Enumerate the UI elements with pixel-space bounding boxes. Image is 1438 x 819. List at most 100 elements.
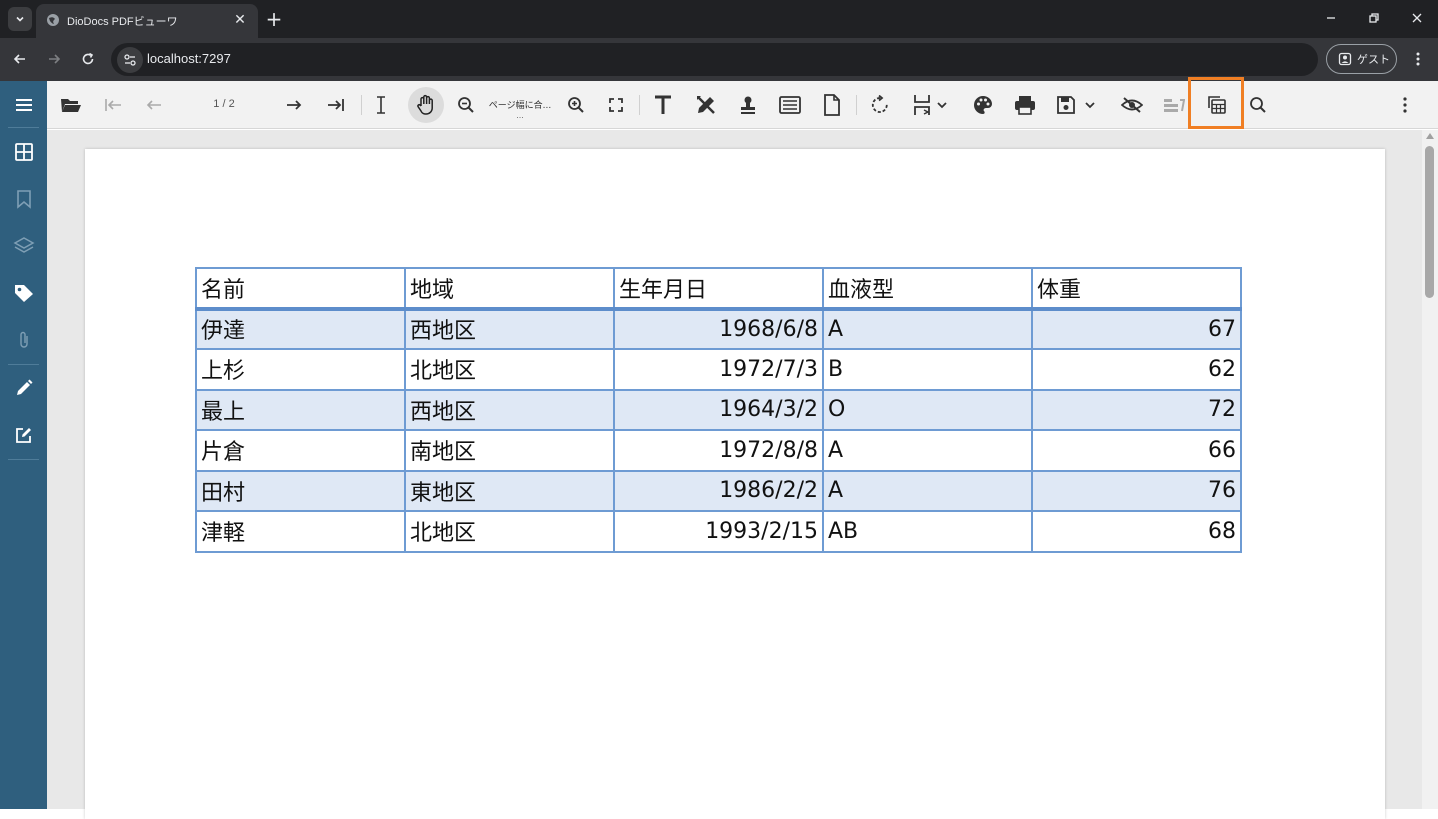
zoom-out-button[interactable]	[452, 91, 480, 119]
previous-page-button[interactable]	[140, 91, 168, 119]
search-button[interactable]	[1244, 91, 1272, 119]
table-row: 田村 東地区 1986/2/2 A 76	[195, 469, 1242, 512]
profile-button[interactable]: ゲスト	[1326, 44, 1397, 74]
sidebar-form-editor-button[interactable]	[0, 415, 47, 455]
text-selection-tool-button[interactable]	[367, 91, 395, 119]
table-cell: 西地区	[404, 388, 615, 431]
toolbar-divider	[639, 95, 640, 115]
hand-icon	[417, 94, 433, 115]
table-cell: 北地区	[404, 348, 615, 391]
tab-close-icon[interactable]: ✕	[230, 10, 250, 30]
form-fields-button[interactable]	[776, 91, 804, 119]
vertical-scrollbar[interactable]	[1422, 130, 1438, 809]
add-text-button[interactable]	[649, 91, 677, 119]
theme-button[interactable]	[969, 91, 997, 119]
browser-tabstrip: DioDocs PDFビューワ ✕ +	[0, 0, 1438, 38]
view-mode-button[interactable]	[907, 91, 953, 119]
tab-search-button[interactable]	[8, 7, 32, 31]
site-info-button[interactable]	[117, 47, 143, 73]
sidebar-bookmarks-button[interactable]	[0, 179, 47, 219]
chevron-down-icon	[1085, 102, 1095, 109]
first-page-button[interactable]	[99, 91, 127, 119]
open-file-button[interactable]	[57, 91, 85, 119]
table-cell: A	[822, 307, 1033, 350]
reload-icon	[82, 52, 94, 65]
table-cell: 片倉	[195, 429, 406, 472]
restore-icon	[1369, 13, 1379, 23]
reload-button[interactable]	[76, 47, 100, 71]
new-tab-button[interactable]: +	[262, 7, 286, 31]
viewer-sidebar	[0, 81, 47, 809]
document-viewport[interactable]: 名前 地域 生年月日 血液型 体重 伊達 西地区 1968/6/8 A 67 上…	[47, 130, 1422, 819]
table-cell: 西地区	[404, 307, 615, 350]
table-row: 片倉 南地区 1972/8/8 A 66	[195, 429, 1242, 472]
redaction-button[interactable]	[1160, 91, 1188, 119]
table-cell: 67	[1031, 307, 1242, 350]
zoom-more: ...	[516, 111, 524, 120]
sidebar-divider	[8, 364, 39, 365]
table-cell: 1972/8/8	[613, 429, 824, 472]
sidebar-annotation-editor-button[interactable]	[0, 368, 47, 408]
page-indicator[interactable]: 1 / 2	[199, 98, 249, 110]
toolbar-divider	[361, 95, 362, 115]
sidebar-divider	[8, 127, 39, 128]
last-page-button[interactable]	[322, 91, 350, 119]
globe-icon	[47, 14, 59, 26]
table-cell: 南地区	[404, 429, 615, 472]
stamp-icon	[741, 96, 755, 114]
table-header-cell: 地域	[404, 267, 615, 311]
scroll-up-arrow[interactable]	[1426, 133, 1434, 139]
tab-title: DioDocs PDFビューワ	[67, 16, 178, 28]
table-cell: 北地区	[404, 510, 615, 553]
zoom-out-icon	[458, 97, 474, 113]
pan-tool-button[interactable]	[408, 87, 444, 123]
new-page-button[interactable]	[818, 91, 846, 119]
hamburger-icon	[15, 99, 32, 111]
close-window-button[interactable]	[1404, 6, 1430, 30]
arrow-left-icon	[146, 100, 161, 110]
sidebar-menu-button[interactable]	[0, 85, 47, 125]
draw-icon	[697, 96, 715, 114]
person-icon	[1338, 52, 1352, 66]
zoom-in-button[interactable]	[562, 91, 590, 119]
next-page-button[interactable]	[280, 91, 308, 119]
table-cell: AB	[822, 510, 1033, 553]
profile-label: ゲスト	[1357, 53, 1390, 66]
first-page-icon	[105, 99, 121, 111]
table-cell: A	[822, 469, 1033, 512]
browser-tab[interactable]: DioDocs PDFビューワ ✕	[36, 4, 258, 38]
hide-annotations-button[interactable]	[1118, 91, 1146, 119]
address-bar[interactable]: localhost:7297	[111, 43, 1318, 76]
viewer-menu-button[interactable]	[1391, 91, 1419, 119]
table-row: 津軽 北地区 1993/2/15 AB 68	[195, 510, 1242, 553]
restore-button[interactable]	[1361, 6, 1387, 30]
table-cell: 1972/7/3	[613, 348, 824, 391]
table-cell: A	[822, 429, 1033, 472]
eye-off-icon	[1121, 97, 1143, 113]
sidebar-layers-button[interactable]	[0, 226, 47, 266]
sidebar-attachments-button[interactable]	[0, 320, 47, 360]
rotate-button[interactable]	[866, 91, 894, 119]
print-icon	[1015, 96, 1035, 115]
stamp-button[interactable]	[734, 91, 762, 119]
table-cell: 76	[1031, 469, 1242, 512]
document-icon	[824, 94, 840, 116]
layers-icon	[12, 237, 35, 253]
drawing-tools-button[interactable]	[692, 91, 720, 119]
table-cell: 上杉	[195, 348, 406, 391]
back-button[interactable]	[8, 47, 32, 71]
sidebar-structure-tags-button[interactable]	[0, 273, 47, 313]
print-button[interactable]	[1011, 91, 1039, 119]
save-button[interactable]	[1053, 91, 1099, 119]
fullscreen-button[interactable]	[602, 91, 630, 119]
sidebar-thumbnails-button[interactable]	[0, 132, 47, 172]
forward-button[interactable]	[42, 47, 66, 71]
table-row: 最上 西地区 1964/3/2 O 72	[195, 388, 1242, 431]
zoom-mode-select[interactable]: ページ幅に合...	[485, 98, 555, 111]
table-cell: O	[822, 388, 1033, 431]
table-header-row: 名前 地域 生年月日 血液型 体重	[195, 267, 1242, 311]
browser-menu-button[interactable]	[1406, 47, 1430, 71]
scrollbar-thumb[interactable]	[1425, 146, 1434, 298]
palette-icon	[974, 96, 992, 114]
minimize-button[interactable]	[1318, 6, 1344, 30]
